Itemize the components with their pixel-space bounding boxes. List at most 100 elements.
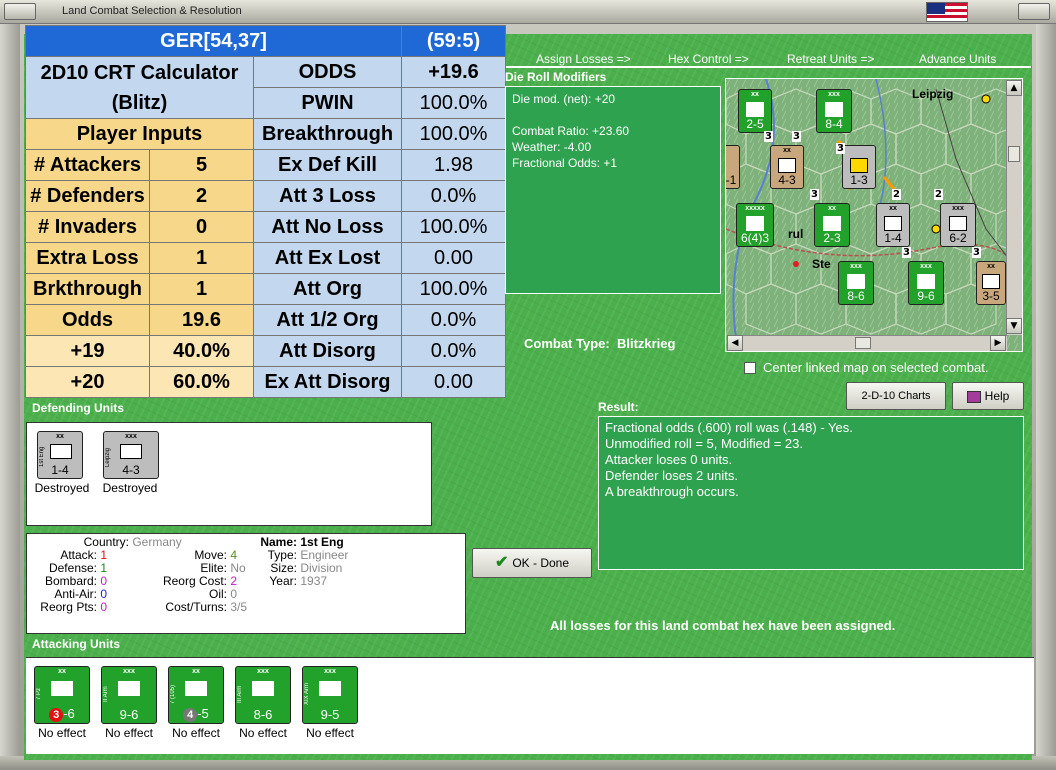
map-hex-number: 2 <box>892 189 901 200</box>
unit-status: Destroyed <box>34 481 90 495</box>
map-unit-counter[interactable]: xx 2-5 <box>738 89 772 133</box>
help-button[interactable]: Help <box>952 382 1024 410</box>
attacking-unit[interactable]: xxx III Arm 8-6 No effect <box>233 666 293 740</box>
die-roll-line <box>512 107 714 123</box>
map-horizontal-scrollbar[interactable]: ◀ ▶ <box>727 335 1007 351</box>
unit-counter[interactable]: xx 7 (105) 4 -5 <box>168 666 224 724</box>
scroll-down-icon[interactable]: ▼ <box>1006 318 1022 334</box>
crt-result-value: 0.00 <box>401 366 506 398</box>
crt-input-label: # Invaders <box>25 211 150 243</box>
center-map-label[interactable]: Center linked map on selected combat. <box>763 360 988 375</box>
unit-strength: 9-5 <box>320 707 340 722</box>
map-unit-counter[interactable]: xx 4-3 <box>770 145 804 189</box>
menu-advance-units[interactable]: Advance Units <box>919 52 996 66</box>
armor-symbol-icon <box>252 681 274 696</box>
map-vertical-scroll-thumb[interactable] <box>1008 146 1020 162</box>
all-losses-message: All losses for this land combat hex have… <box>550 618 896 633</box>
unit-strength: 4 -5 <box>169 707 223 722</box>
charts-button[interactable]: 2-D-10 Charts <box>846 382 946 410</box>
map-unit-counter[interactable]: xxxxx 6(4)3 <box>736 203 774 247</box>
scroll-up-icon[interactable]: ▲ <box>1006 80 1022 96</box>
crt-header-ratio: (59:5) <box>401 25 506 57</box>
scroll-right-icon[interactable]: ▶ <box>990 335 1006 351</box>
result-line: Fractional odds (.600) roll was (.148) -… <box>605 420 853 435</box>
menu-hex-control[interactable]: Hex Control => <box>668 52 749 66</box>
defending-units-box: xx 1st Eng 1-4 Destroyed xxx Leipzig 4-3… <box>26 422 432 526</box>
unit-status: No effect <box>38 726 86 740</box>
unit-strength: 3 -6 <box>35 707 89 722</box>
ok-done-button[interactable]: ✔ OK - Done <box>472 548 592 578</box>
result-line: Defender loses 2 units. <box>605 468 738 483</box>
crt-result-value: 0.00 <box>401 242 506 274</box>
attacking-unit[interactable]: xx 7 (105) 4 -5 No effect <box>166 666 226 740</box>
info-type: Engineer <box>300 548 349 562</box>
attacking-unit[interactable]: xxx XIX Arm 9-5 No effect <box>300 666 360 740</box>
crt-calc-title-line2: (Blitz) <box>111 91 168 114</box>
unit-counter[interactable]: xxx III Arm 8-6 <box>235 666 291 724</box>
map-unit-counter[interactable]: xxx 9-6 <box>908 261 944 305</box>
map-unit-counter[interactable]: xxx 6-2 <box>940 203 976 247</box>
crt-odds-label: +20 <box>25 366 150 398</box>
map-vertical-scrollbar[interactable]: ▲ ▼ <box>1006 80 1022 335</box>
unit-name: III Arm <box>237 685 243 703</box>
window-title: Land Combat Selection & Resolution <box>62 5 242 17</box>
map-unit-counter[interactable]: xxx 8-6 <box>838 261 874 305</box>
info-oil: 0 <box>230 587 238 601</box>
map-hex-number: 3 <box>764 131 773 142</box>
crt-input-value[interactable]: 19.6 <box>149 304 254 336</box>
unit-counter[interactable]: xx 7 Pz 3 -6 <box>34 666 90 724</box>
crt-result-value: 100.0% <box>401 87 506 119</box>
unit-name: 7 Pz <box>36 688 42 701</box>
window-menu-button[interactable] <box>4 3 36 20</box>
info-size: Division <box>300 561 343 575</box>
map-unit-counter[interactable]: xxx 8-4 <box>816 89 852 133</box>
die-roll-line: Fractional Odds: +1 <box>512 156 618 170</box>
scroll-left-icon[interactable]: ◀ <box>727 335 743 351</box>
map-unit-counter[interactable]: xx 3-5 <box>976 261 1006 305</box>
map-unit-counter[interactable]: -1 <box>726 145 740 189</box>
unit-counter[interactable]: xxx Leipzig 4-3 <box>103 431 159 479</box>
window-close-button[interactable] <box>1018 3 1050 20</box>
unit-size: xx <box>192 668 200 675</box>
unit-counter[interactable]: xxx XIX Arm 9-5 <box>302 666 358 724</box>
crt-result-value: +19.6 <box>401 56 506 88</box>
crt-input-value[interactable]: 2 <box>149 180 254 212</box>
map-unit-counter[interactable]: 1-3 <box>842 145 876 189</box>
map-hex-number: 3 <box>792 131 801 142</box>
crt-input-value[interactable]: 5 <box>149 149 254 181</box>
crt-input-value[interactable]: 1 <box>149 273 254 305</box>
unit-counter[interactable]: xxx II Arm 9-6 <box>101 666 157 724</box>
crt-odds-label: +19 <box>25 335 150 367</box>
crt-result-value: 0.0% <box>401 335 506 367</box>
linked-map[interactable]: Leipzig Ste rul xx 2-5 xxx 8-4 xx 4-3 1-3 x… <box>725 78 1023 352</box>
crt-odds-value: 40.0% <box>149 335 254 367</box>
help-button-label: Help <box>984 389 1010 403</box>
menu-retreat-units[interactable]: Retreat Units => <box>787 52 874 66</box>
unit-name: II Arm <box>103 686 109 702</box>
crt-result-value: 100.0% <box>401 273 506 305</box>
unit-strength: 1-4 <box>51 463 69 477</box>
crt-input-value[interactable]: 0 <box>149 211 254 243</box>
defending-unit[interactable]: xxx Leipzig 4-3 Destroyed <box>99 431 161 495</box>
unit-status: No effect <box>239 726 287 740</box>
crt-input-value[interactable]: 1 <box>149 242 254 274</box>
map-horizontal-scroll-thumb[interactable] <box>855 337 871 349</box>
unit-strength: 9-6 <box>119 707 139 722</box>
info-name: 1st Eng <box>300 535 344 549</box>
crt-input-label: Brkthrough <box>25 273 150 305</box>
crt-result-label: Ex Att Disorg <box>253 366 402 398</box>
unit-counter[interactable]: xx 1st Eng 1-4 <box>37 431 83 479</box>
map-unit-counter[interactable]: xx 1-4 <box>876 203 910 247</box>
center-map-checkbox[interactable] <box>744 362 756 374</box>
attacking-unit[interactable]: xx 7 Pz 3 -6 No effect <box>32 666 92 740</box>
attacking-units-title: Attacking Units <box>32 637 121 651</box>
map-unit-counter[interactable]: xx 2-3 <box>814 203 850 247</box>
menu-assign-losses[interactable]: Assign Losses => <box>536 52 631 66</box>
defending-unit[interactable]: xx 1st Eng 1-4 Destroyed <box>31 431 93 495</box>
info-key: Cost/Turns: <box>165 600 227 614</box>
unit-size: xxx <box>125 433 137 440</box>
unit-status: No effect <box>306 726 354 740</box>
attack-value-badge: 4 <box>183 708 198 722</box>
unit-name: XIX Arm <box>304 683 310 706</box>
attacking-unit[interactable]: xxx II Arm 9-6 No effect <box>99 666 159 740</box>
